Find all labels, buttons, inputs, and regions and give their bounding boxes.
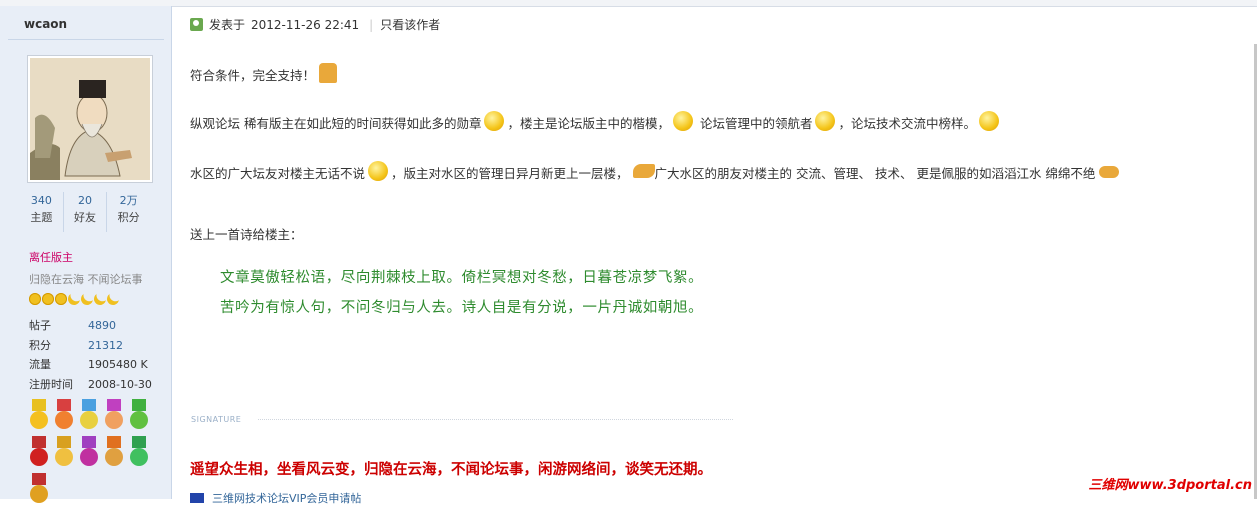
- medal-6-icon[interactable]: [28, 436, 50, 470]
- info-row-points: 积分 21312: [29, 336, 152, 356]
- link-icon: [190, 493, 204, 503]
- header-separator: |: [369, 17, 374, 32]
- sun-level-icon: [42, 293, 54, 305]
- top-border: [0, 0, 1257, 7]
- medal-1-icon[interactable]: [28, 399, 50, 433]
- post-text: 纵观论坛 稀有版主在如此短的时间获得如此多的勋章: [190, 116, 482, 131]
- only-author-link[interactable]: 只看该作者: [380, 16, 440, 33]
- stat-topics-label: 主题: [30, 211, 53, 224]
- signature-divider: [258, 419, 733, 420]
- stat-topics[interactable]: 340 主题: [20, 192, 64, 232]
- stat-friends-value: 20: [78, 194, 92, 207]
- post-text: ，版主对水区的管理日异月新更上一层楼，: [391, 166, 629, 181]
- stat-points[interactable]: 2万 积分: [107, 192, 150, 232]
- medal-9-icon[interactable]: [103, 436, 125, 470]
- smile-icon: [979, 111, 999, 131]
- author-rank[interactable]: 离任版主: [29, 249, 73, 265]
- info-traffic-value: 1905480 K: [88, 358, 148, 371]
- praying-hands-icon: [632, 164, 655, 178]
- vip-link-text: 三维网技术论坛VIP会员申请帖: [212, 492, 362, 505]
- handshake-icon: [1099, 166, 1120, 178]
- signature-label: SIGNATURE: [191, 415, 242, 424]
- sun-level-icon: [29, 293, 41, 305]
- medal-3-icon[interactable]: [78, 399, 100, 433]
- sidebar-divider: [8, 39, 164, 40]
- poem-line-1: 文章莫傲轻松语，尽向荆棘枝上取。倚栏冥想对冬愁，日暮苍凉梦飞絮。: [220, 270, 704, 286]
- medal-2-icon[interactable]: [53, 399, 75, 433]
- stat-topics-value: 340: [30, 194, 52, 207]
- medal-10-icon[interactable]: [128, 436, 150, 470]
- author-name[interactable]: wcaon: [24, 17, 67, 31]
- smile-icon: [484, 111, 505, 131]
- post-line-2: 纵观论坛 稀有版主在如此短的时间获得如此多的勋章 ，楼主是论坛版主中的楷模， 论坛…: [190, 111, 1002, 132]
- stat-points-value: 2万: [119, 194, 138, 207]
- medal-5-icon[interactable]: [128, 399, 150, 433]
- moon-level-icon: [105, 291, 121, 307]
- medal-7-icon[interactable]: [53, 436, 75, 470]
- smile-icon: [815, 111, 836, 131]
- info-points-value: 21312: [88, 338, 123, 352]
- post-header: 发表于 2012-11-26 22:41 | 只看该作者: [190, 16, 440, 33]
- tongue-smile-icon: [368, 161, 389, 181]
- post-text: ，论坛技术交流中榜样。: [838, 116, 976, 131]
- user-online-icon: [190, 18, 203, 31]
- info-posts-value[interactable]: 4890: [88, 316, 116, 336]
- post-text: 水区的广大坛友对楼主无话不说: [190, 166, 366, 181]
- sun-level-icon: [55, 293, 67, 305]
- info-key: 积分: [29, 338, 51, 352]
- author-stats: 340 主题 20 好友 2万 积分: [20, 192, 150, 232]
- medal-11-icon[interactable]: [28, 473, 50, 507]
- medal-8-icon[interactable]: [78, 436, 100, 470]
- medal-4-icon[interactable]: [103, 399, 125, 433]
- post-line-1: 符合条件，完全支持！: [190, 63, 338, 84]
- info-row-traffic: 流量 1905480 K: [29, 355, 152, 375]
- poem-line-2: 苦吟为有惊人句，不问冬归与人去。诗人自是有分说，一片丹诚如朝旭。: [220, 300, 704, 316]
- post-line-4: 送上一首诗给楼主：: [190, 224, 303, 243]
- info-row-regdate: 注册时间 2008-10-30: [29, 375, 152, 395]
- signature-text: 遥望众生相，坐看风云变，归隐在云海，不闻论坛事，闲游网络间，谈笑无还期。: [190, 461, 712, 478]
- info-key: 流量: [29, 358, 51, 371]
- info-key: 帖子: [29, 319, 51, 332]
- level-icons: [29, 293, 119, 305]
- stat-points-label: 积分: [117, 211, 140, 224]
- smile-icon: [673, 111, 693, 131]
- thumbs-up-icon: [319, 63, 338, 83]
- info-regdate-value: 2008-10-30: [88, 377, 152, 391]
- medal-list: [28, 399, 152, 507]
- author-custom-title: 归隐在云海 不闻论坛事: [29, 273, 143, 286]
- post-line-3: 水区的广大坛友对楼主无话不说 ，版主对水区的管理日异月新更上一层楼， 广大水区的朋友…: [190, 161, 1120, 182]
- post-text: 送上一首诗给楼主：: [190, 227, 303, 242]
- post-text: ，楼主是论坛版主中的楷模，: [507, 116, 670, 131]
- stat-friends-label: 好友: [74, 211, 96, 224]
- posted-time: 2012-11-26 22:41: [251, 17, 360, 32]
- stat-friends[interactable]: 20 好友: [64, 192, 108, 232]
- avatar[interactable]: [27, 55, 153, 183]
- info-key: 注册时间: [29, 377, 73, 391]
- author-info: 帖子 4890 积分 21312 流量 1905480 K 注册时间 2008-…: [29, 316, 152, 394]
- post-text: 广大水区的朋友对楼主的 交流、管理、 技术、 更是佩服的如滔滔江水 绵绵不绝: [654, 166, 1096, 181]
- site-watermark: 三维网www.3dportal.cn: [1088, 478, 1252, 493]
- avatar-portrait-image: [30, 58, 150, 180]
- post-text: 论坛管理中的领航者: [696, 116, 813, 131]
- posted-label: 发表于: [209, 18, 246, 32]
- vip-link[interactable]: 三维网技术论坛VIP会员申请帖: [190, 490, 361, 506]
- post-text: 符合条件，完全支持！: [190, 68, 316, 83]
- author-sidebar: wcaon 340 主题 20 好友 2万 积分 离任版主 归隐在云海 不闻论坛…: [0, 6, 172, 503]
- info-row-posts: 帖子 4890: [29, 316, 152, 336]
